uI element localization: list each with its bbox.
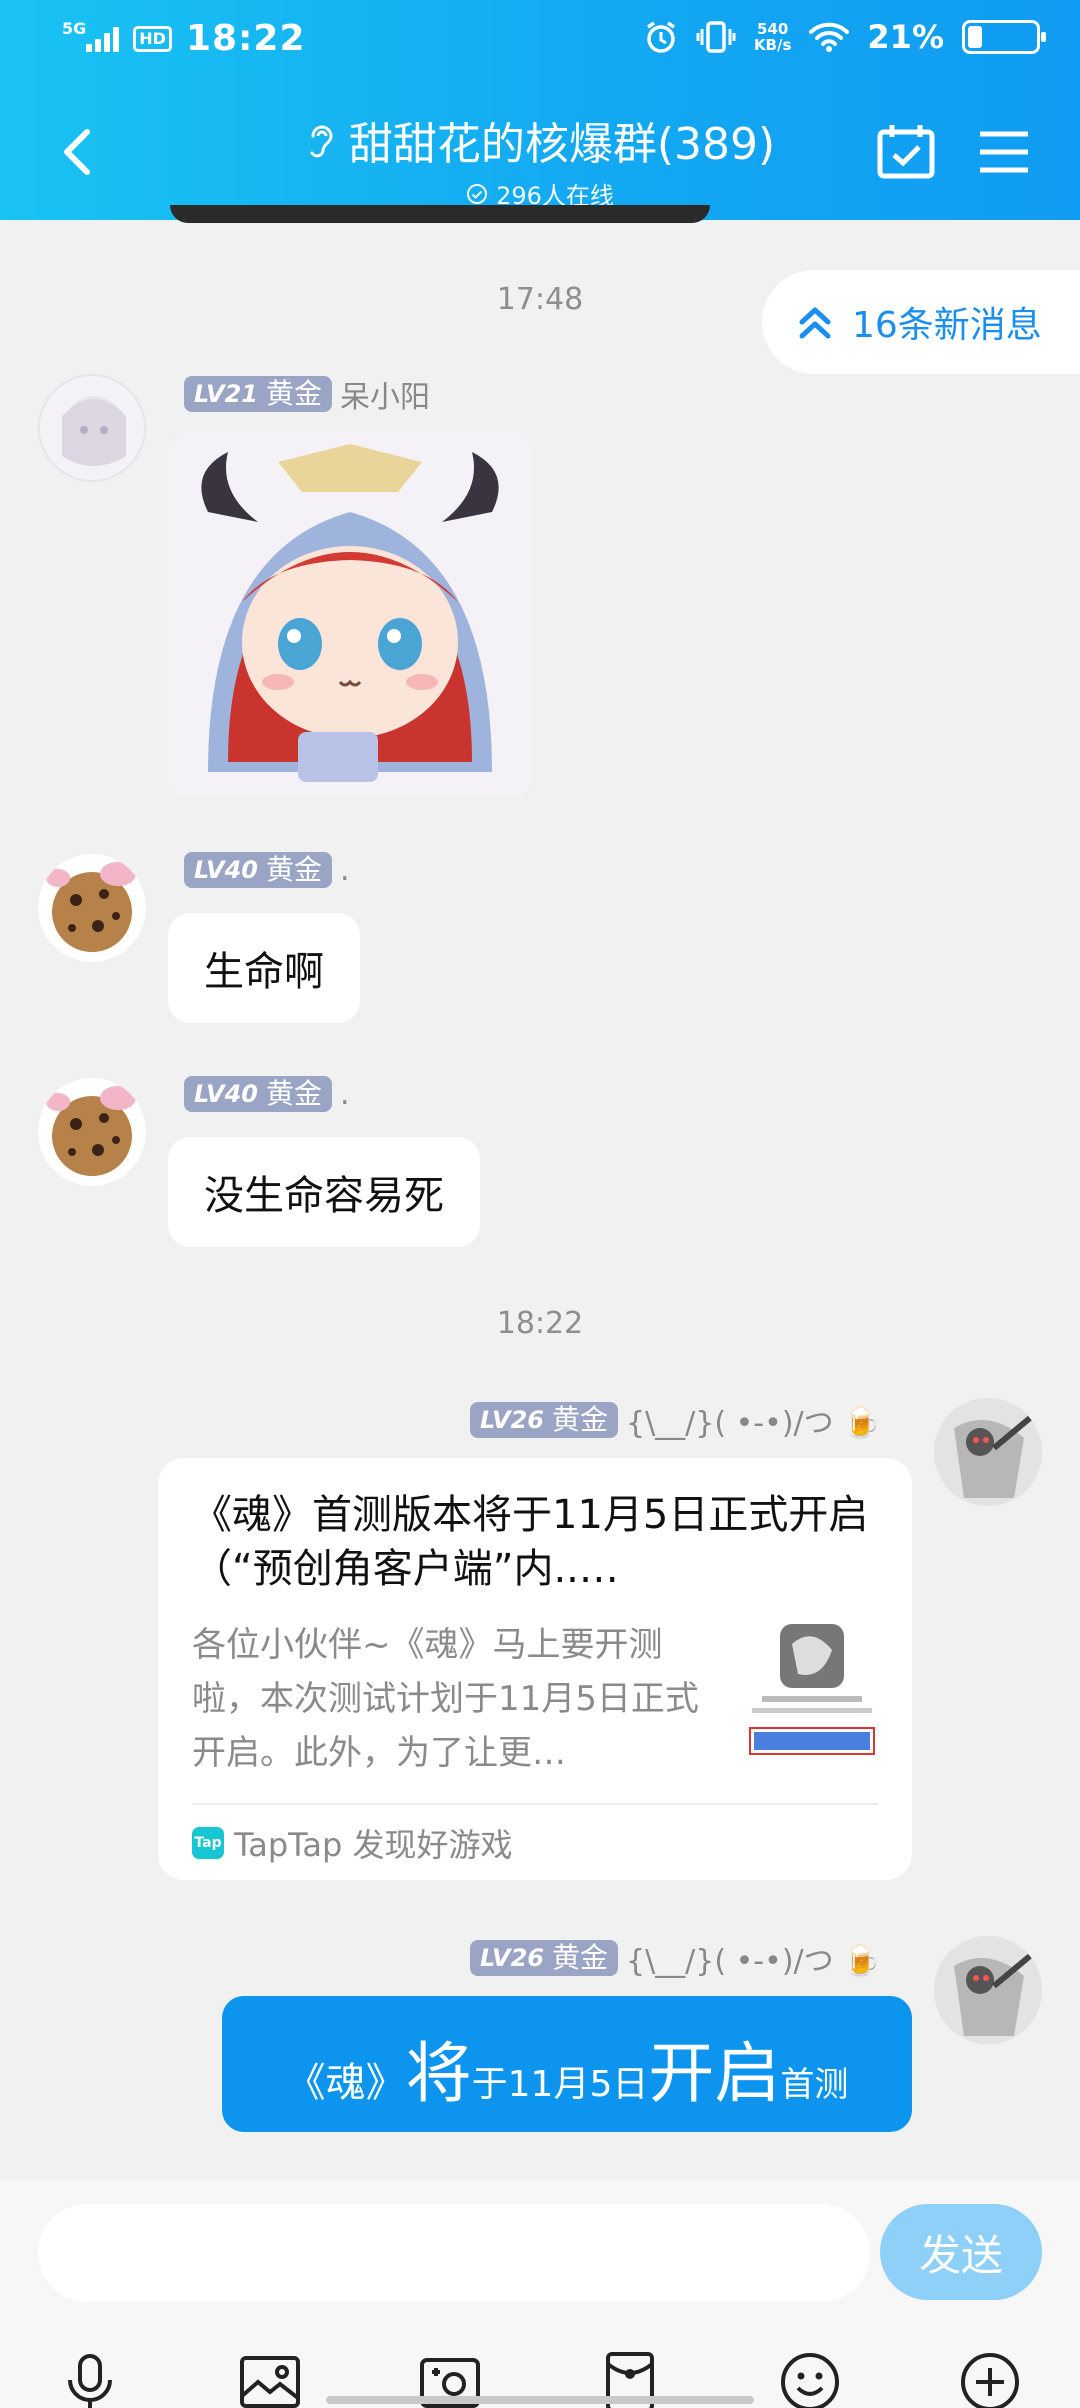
check-circle-icon [467,183,488,204]
divider [192,1803,878,1805]
network-speed: 540 KB/s [753,20,792,54]
sender-meta: LV26 黄金 {\__/}( •-•)/つ 🍺 [470,1936,881,1980]
vibrate-icon [696,21,736,53]
alarm-icon [646,21,675,53]
emoji-icon[interactable] [778,2350,842,2408]
battery-icon [962,20,1046,54]
level-badge: LV21 黄金 [184,376,332,412]
hd-icon: HD [133,25,172,52]
microphone-icon[interactable] [58,2350,122,2408]
menu-icon[interactable] [978,130,1030,174]
sender-meta: LV21 黄金 呆小阳 [184,372,430,416]
sender-name: {\__/}( •-•)/つ 🍺 [625,1944,881,1979]
clock: 18:22 [185,18,306,59]
network-type: 5G [62,19,87,38]
sender-name: {\__/}( •-•)/つ 🍺 [625,1406,881,1441]
app-header: 5G HD 18:22 540 KB/s 21% 甜甜花的核爆群(389) 296… [0,0,1080,220]
avatar[interactable] [934,1398,1042,1506]
plus-icon[interactable] [958,2350,1022,2408]
send-button[interactable]: 发送 [880,2204,1042,2300]
sender-name: . [339,1076,350,1112]
image-icon[interactable] [238,2350,302,2408]
avatar[interactable] [38,374,146,482]
signal-icon [86,26,120,52]
nav-bar: 甜甜花的核爆群(389) 296人在线 [0,100,1080,210]
new-messages-button[interactable]: 16条新消息 [762,270,1080,374]
home-indicator[interactable] [326,2396,754,2404]
sticker-image[interactable] [168,432,532,798]
card-title: 《魂》首测版本将于11月5日正式开启（“预创角客户端”内..… [192,1492,869,1592]
sender-meta: LV40 黄金 . [184,1076,350,1112]
timestamp: 18:22 [496,1306,584,1341]
double-chevron-up-icon [799,307,831,339]
level-badge: LV40 黄金 [184,1076,332,1112]
card-description: 各位小伙伴~《魂》马上要开测啦，本次测试计划于11月5日正式开启。此外，为了让更… [192,1625,699,1773]
avatar[interactable] [38,1078,146,1186]
avatar[interactable] [934,1936,1042,2044]
message-bubble[interactable]: 生命啊 [168,913,360,1023]
sender-meta: LV26 黄金 {\__/}( •-•)/つ 🍺 [470,1398,881,1442]
styled-message-bubble[interactable]: 《魂》 将 于11月5日 开启 首测 [222,1996,912,2132]
card-thumbnail [742,1624,882,1764]
level-badge: LV26 黄金 [470,1402,618,1438]
battery-percent: 21% [867,18,944,56]
message-input[interactable] [38,2204,870,2302]
message-bubble[interactable]: 没生命容易死 [168,1137,480,1247]
level-badge: LV40 黄金 [184,852,332,888]
wifi-icon [809,22,850,52]
sender-name: . [339,852,350,888]
sender-name: 呆小阳 [339,380,430,415]
sender-meta: LV40 黄金 . [184,852,350,888]
link-card[interactable]: 《魂》首测版本将于11月5日正式开启（“预创角客户端”内..… 各位小伙伴~《魂… [158,1458,912,1880]
status-bar: 5G HD 18:22 540 KB/s 21% [0,0,1080,80]
level-badge: LV26 黄金 [470,1940,618,1976]
input-bar: 发送 [0,2180,1080,2408]
page-title: 甜甜花的核爆群(389) [348,119,776,170]
calendar-check-icon[interactable] [876,122,936,180]
avatar[interactable] [38,854,146,962]
taptap-logo-icon: Tap [192,1827,224,1859]
ear-icon [310,125,333,158]
card-source: Tap TapTap 发现好游戏 [192,1820,513,1866]
previous-message-edge [170,205,710,223]
